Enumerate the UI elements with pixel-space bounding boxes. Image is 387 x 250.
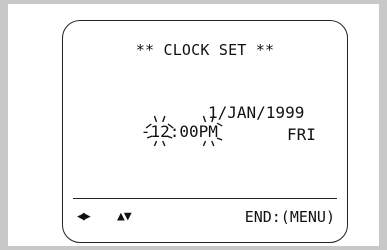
hour-field[interactable]: 12 — [146, 115, 175, 147]
date-display[interactable]: 1/JAN/1999 — [208, 103, 304, 122]
hour-value: 12 — [150, 122, 170, 141]
time-display: - 12:00 PM — [83, 103, 223, 160]
day-of-week: FRI — [287, 125, 316, 144]
ampm-value: PM — [198, 122, 218, 141]
time-dash: - — [140, 122, 151, 141]
left-right-arrows-icon: ◀▶ — [77, 209, 91, 224]
clock-set-screen: ** CLOCK SET ** - 12:00 PM 1/JAN/1999 FR… — [62, 20, 348, 243]
divider — [73, 198, 337, 199]
screen-title: ** CLOCK SET ** — [135, 41, 275, 59]
up-down-arrows-icon: ▲▼ — [117, 209, 132, 224]
end-menu-hint: END:(MENU) — [244, 208, 335, 226]
minute-value[interactable]: :00 — [170, 122, 199, 141]
monitor-frame: ** CLOCK SET ** - 12:00 PM 1/JAN/1999 FR… — [0, 0, 387, 250]
ampm-field[interactable]: PM — [198, 115, 223, 147]
